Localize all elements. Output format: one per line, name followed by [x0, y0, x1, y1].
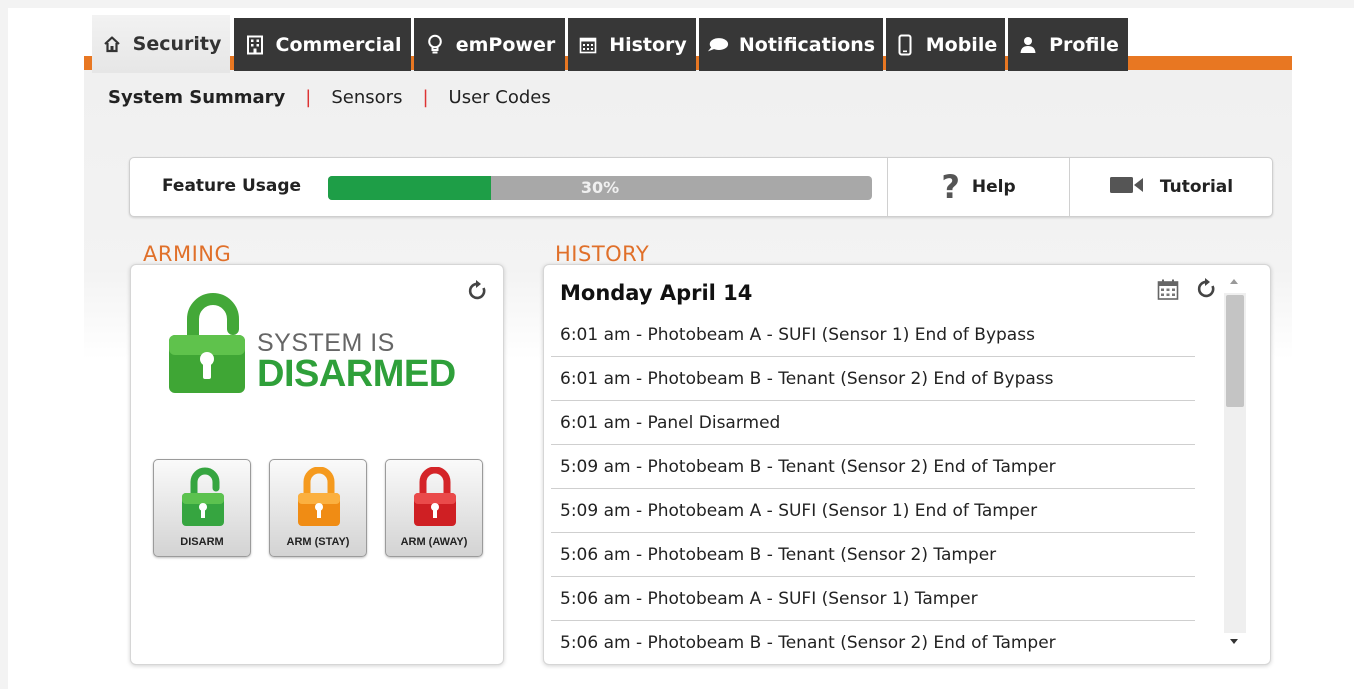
arm-stay-label: ARM (STAY) [286, 536, 350, 548]
tab-history[interactable]: History [568, 18, 696, 71]
question-mark-icon: ? [941, 168, 960, 206]
feature-usage-progress: 30% [328, 176, 872, 200]
tab-label: Commercial [275, 33, 402, 56]
history-event-row: 6:01 am - Photobeam A - SUFI (Sensor 1) … [551, 313, 1195, 357]
tab-empower[interactable]: emPower [414, 18, 565, 71]
history-event-row: 6:01 am - Panel Disarmed [551, 401, 1195, 445]
history-section-title: HISTORY [555, 242, 650, 266]
speech-bubble-icon [707, 34, 729, 56]
disarm-label: DISARM [180, 536, 224, 548]
tab-label: Notifications [738, 33, 876, 56]
subnav-system-summary[interactable]: System Summary [108, 87, 285, 108]
history-event-row: 6:01 am - Photobeam B - Tenant (Sensor 2… [551, 357, 1195, 401]
help-label: Help [971, 177, 1016, 197]
calendar-icon[interactable] [1157, 279, 1179, 305]
sub-navigation: System Summary | Sensors | User Codes [108, 87, 551, 108]
history-event-row: 5:06 am - Photobeam B - Tenant (Sensor 2… [560, 633, 1056, 653]
refresh-icon[interactable] [1196, 277, 1218, 306]
subnav-user-codes[interactable]: User Codes [449, 87, 551, 108]
feature-usage-label: Feature Usage [162, 176, 302, 196]
history-event-list: 6:01 am - Photobeam A - SUFI (Sensor 1) … [551, 313, 1195, 664]
arm-stay-button[interactable]: ARM (STAY) [269, 459, 367, 557]
home-icon [101, 33, 123, 55]
history-panel: Monday April 14 6:01 am - Photobeam A - … [543, 264, 1271, 665]
tab-profile[interactable]: Profile [1008, 18, 1128, 71]
tab-security[interactable]: Security [92, 15, 230, 73]
arm-away-label: ARM (AWAY) [400, 536, 468, 548]
subnav-sensors[interactable]: Sensors [331, 87, 402, 108]
arm-away-button[interactable]: ARM (AWAY) [385, 459, 483, 557]
history-scrollbar[interactable] [1224, 279, 1246, 661]
tab-label: emPower [455, 33, 556, 56]
arming-section-title: ARMING [143, 242, 232, 266]
tab-mobile[interactable]: Mobile [886, 18, 1005, 71]
calendar-icon [577, 34, 599, 56]
arming-panel: SYSTEM IS DISARMED DISARM ARM (STAY) ARM… [130, 264, 504, 665]
locked-padlock-icon [414, 467, 456, 526]
unlocked-padlock-icon [169, 293, 245, 393]
person-icon [1017, 34, 1039, 56]
progress-text: 30% [580, 178, 620, 197]
building-icon [244, 34, 266, 56]
video-camera-icon [1109, 175, 1160, 200]
status-disarmed-text: DISARMED [257, 353, 456, 395]
phone-icon [894, 34, 916, 56]
tab-notifications[interactable]: Notifications [699, 18, 883, 71]
tab-commercial[interactable]: Commercial [234, 18, 411, 71]
tutorial-button[interactable]: Tutorial [1070, 158, 1273, 216]
scrollbar-thumb[interactable] [1226, 295, 1244, 407]
history-event-row: 5:09 am - Photobeam A - SUFI (Sensor 1) … [551, 489, 1195, 533]
history-event-row: 5:09 am - Photobeam B - Tenant (Sensor 2… [551, 445, 1195, 489]
locked-padlock-icon [298, 467, 340, 526]
scroll-up-arrow-icon[interactable] [1230, 279, 1238, 284]
disarm-button[interactable]: DISARM [153, 459, 251, 557]
tab-label: Mobile [925, 33, 998, 56]
tab-label: Security [132, 33, 222, 55]
subnav-separator: | [422, 87, 429, 108]
lightbulb-icon [424, 34, 446, 56]
tab-label: History [609, 33, 687, 56]
tutorial-label: Tutorial [1159, 177, 1234, 197]
history-event-row: 5:06 am - Photobeam B - Tenant (Sensor 2… [551, 533, 1195, 577]
tab-label: Profile [1049, 33, 1119, 56]
history-date: Monday April 14 [560, 281, 753, 305]
feature-usage-bar: Feature Usage 30% ? Help Tutorial [129, 157, 1273, 217]
scroll-down-arrow-icon[interactable] [1230, 639, 1238, 644]
unlocked-padlock-icon [182, 467, 224, 526]
help-button[interactable]: ? Help [888, 158, 1069, 216]
system-status: SYSTEM IS DISARMED [167, 289, 477, 399]
subnav-separator: | [305, 87, 312, 108]
history-event-row: 5:06 am - Photobeam A - SUFI (Sensor 1) … [551, 577, 1195, 621]
